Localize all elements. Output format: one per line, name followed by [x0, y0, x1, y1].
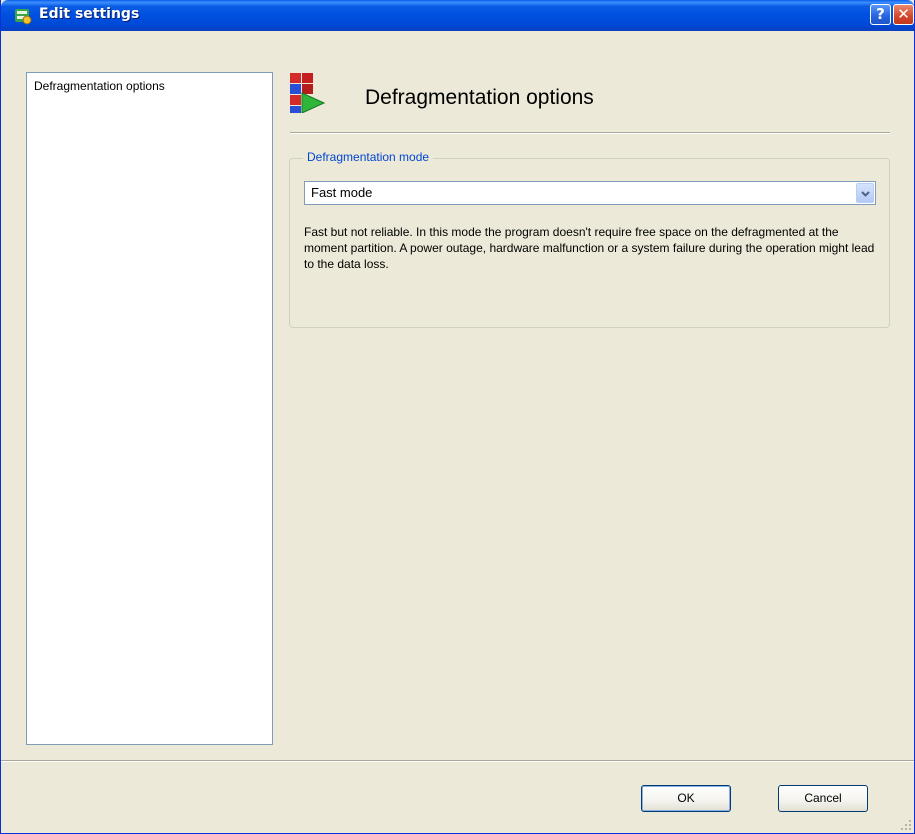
resize-grip-icon[interactable] [900, 819, 912, 831]
defrag-blocks-play-icon [290, 73, 326, 113]
sidebar-item-defragmentation-options[interactable]: Defragmentation options [34, 79, 165, 93]
edit-settings-dialog: Edit settings ? ✕ Defragmentation option… [0, 0, 915, 834]
ok-button[interactable]: OK [641, 785, 731, 812]
group-legend: Defragmentation mode [303, 150, 434, 164]
footer-divider [1, 760, 914, 762]
close-button[interactable]: ✕ [893, 4, 914, 25]
defragmentation-mode-select[interactable]: Fast mode [304, 181, 876, 205]
header-divider [290, 132, 890, 134]
dropdown-button[interactable] [856, 183, 874, 203]
title-bar[interactable]: Edit settings ? ✕ [1, 0, 914, 31]
mode-description: Fast but not reliable. In this mode the … [304, 225, 875, 271]
page-title: Defragmentation options [365, 86, 594, 109]
settings-app-icon [15, 9, 32, 25]
cancel-button[interactable]: Cancel [778, 785, 868, 812]
selected-mode-value: Fast mode [311, 185, 373, 200]
chevron-down-icon [861, 191, 870, 197]
settings-category-list[interactable]: Defragmentation options [26, 72, 273, 745]
help-button[interactable]: ? [870, 4, 891, 25]
window-title: Edit settings [39, 6, 140, 22]
